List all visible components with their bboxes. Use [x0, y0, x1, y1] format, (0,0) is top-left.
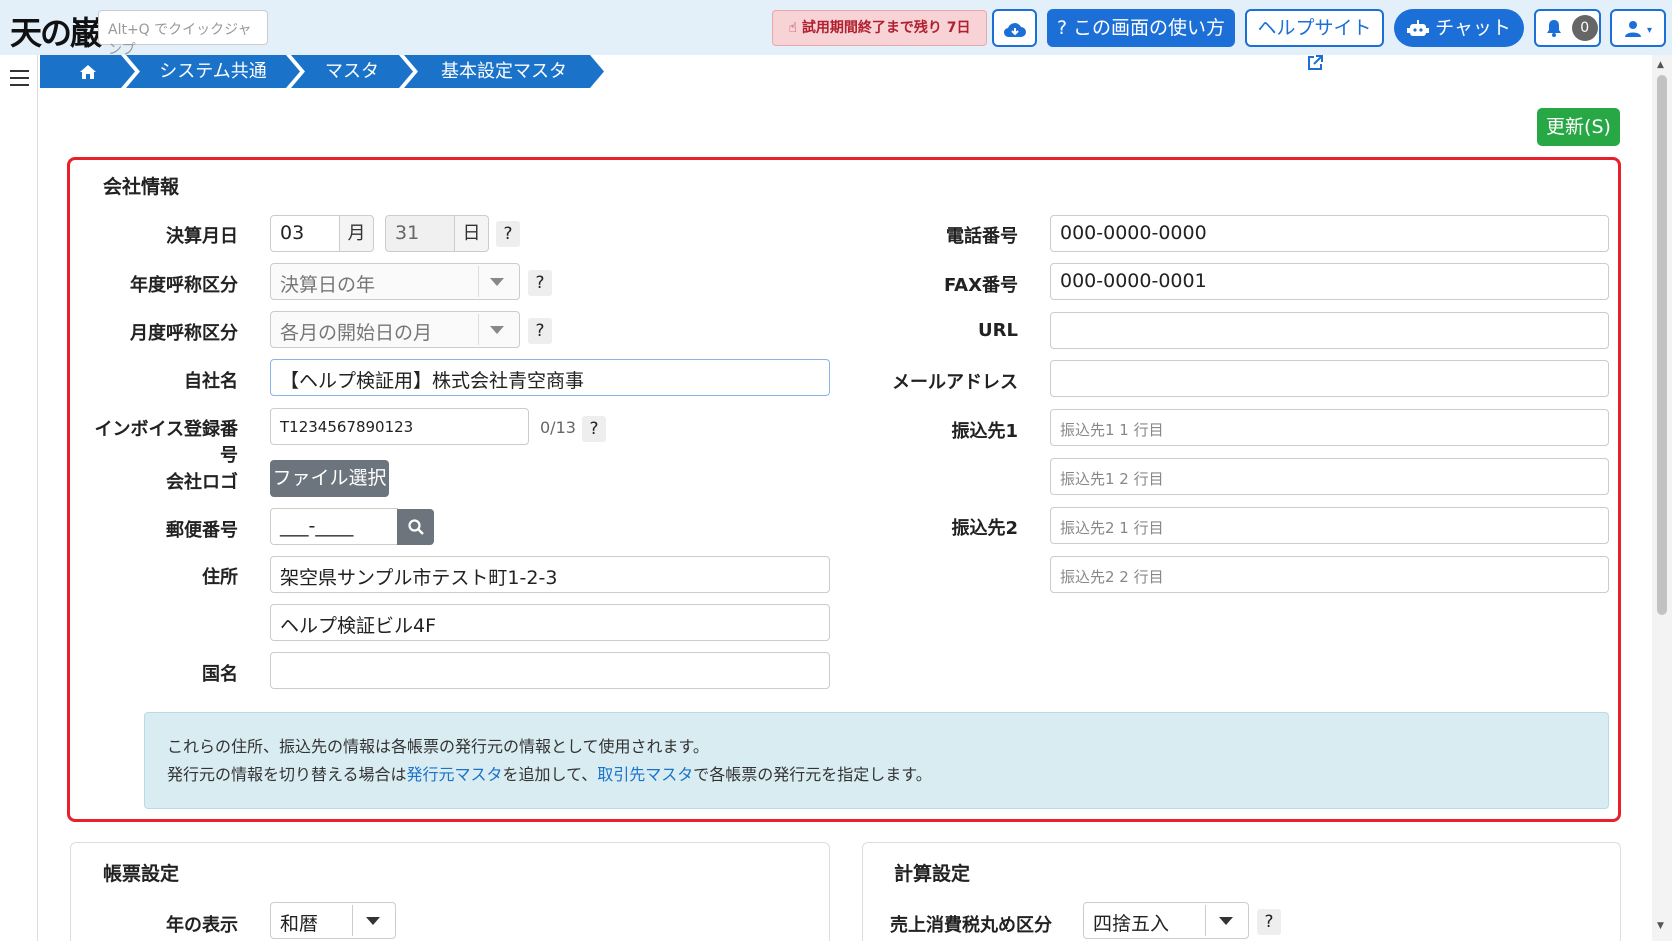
bank2-label: 振込先2: [951, 518, 1018, 539]
year-naming-caret-icon[interactable]: [490, 278, 504, 286]
bell-icon: [1547, 20, 1561, 37]
month-naming-help-icon[interactable]: ?: [528, 318, 552, 344]
trial-text: 試用期間終了まで残り 7日: [801, 20, 971, 36]
robot-icon: [1407, 19, 1430, 36]
app-logo[interactable]: 天の巌: [10, 8, 102, 54]
year-naming-help-icon[interactable]: ?: [528, 270, 552, 296]
notifications-button[interactable]: 0: [1534, 9, 1601, 47]
issuer-master-link[interactable]: 発行元マスタ: [407, 765, 503, 784]
breadcrumb-home[interactable]: [40, 55, 135, 88]
howto-button[interactable]: ? この画面の使い方: [1047, 9, 1235, 47]
select-divider: [1205, 905, 1206, 936]
notification-count: 0: [1571, 15, 1598, 41]
bank2-line2-input[interactable]: 振込先2 2 行目: [1050, 556, 1609, 593]
form-settings-title: 帳票設定: [103, 863, 180, 885]
pointer-icon: ☝: [788, 20, 798, 36]
fiscal-month-input[interactable]: 03: [270, 215, 340, 252]
address-label: 住所: [202, 567, 238, 588]
invoice-help-icon[interactable]: ?: [582, 416, 606, 442]
year-naming-label: 年度呼称区分: [130, 275, 238, 296]
helpsite-link[interactable]: ヘルプサイト: [1245, 9, 1384, 70]
url-label: URL: [978, 320, 1018, 341]
breadcrumb-master[interactable]: マスタ: [291, 55, 413, 88]
month-unit: 月: [339, 215, 374, 252]
user-menu-button[interactable]: ▾: [1610, 9, 1666, 47]
quickjump-input[interactable]: Alt+Q でクイックジャンプ: [98, 10, 268, 58]
info-text-c: で各帳票の発行元を指定します。: [693, 765, 932, 784]
select-divider: [478, 266, 479, 297]
chevron-down-icon: ▾: [1647, 25, 1653, 36]
month-naming-label: 月度呼称区分: [130, 323, 238, 344]
email-input[interactable]: [1050, 360, 1609, 397]
scroll-up-icon[interactable]: ▲: [1657, 60, 1664, 70]
vertical-scrollbar[interactable]: ▲ ▼: [1652, 55, 1672, 941]
country-input[interactable]: [270, 652, 830, 689]
tax-rounding-label: 売上消費税丸め区分: [890, 915, 1052, 936]
postal-search-button[interactable]: [397, 509, 434, 545]
fax-input[interactable]: 000-0000-0001: [1050, 263, 1609, 300]
invoice-number-input[interactable]: T1234567890123: [270, 408, 529, 445]
fiscal-day-input[interactable]: 31: [385, 215, 455, 252]
select-divider: [478, 314, 479, 345]
cloud-download-icon: [1003, 22, 1026, 37]
phone-label: 電話番号: [946, 226, 1018, 247]
chat-label: チャット: [1435, 17, 1511, 39]
calc-settings-title: 計算設定: [894, 863, 971, 885]
company-info-title: 会社情報: [103, 176, 180, 198]
fiscal-date-help-icon[interactable]: ?: [496, 221, 520, 247]
scrollbar-thumb[interactable]: [1657, 75, 1667, 615]
hamburger-menu-icon[interactable]: [10, 70, 29, 91]
select-divider: [352, 905, 353, 936]
day-unit: 日: [454, 215, 489, 252]
search-icon: [407, 519, 424, 535]
year-display-caret-icon[interactable]: [366, 917, 380, 925]
year-display-label: 年の表示: [166, 915, 238, 936]
month-naming-caret-icon[interactable]: [490, 326, 504, 334]
info-line-2: 発行元の情報を切り替える場合は発行元マスタを追加して、取引先マスタで各帳票の発行…: [167, 761, 1586, 789]
company-logo-label: 会社ロゴ: [166, 472, 238, 493]
update-button[interactable]: 更新(S): [1537, 108, 1620, 146]
chat-button[interactable]: チャット: [1394, 9, 1524, 47]
info-text-b: を追加して、: [502, 765, 598, 784]
user-icon: [1624, 20, 1641, 37]
customer-master-link[interactable]: 取引先マスタ: [597, 765, 693, 784]
postal-code-label: 郵便番号: [166, 520, 238, 541]
company-name-label: 自社名: [184, 371, 238, 392]
trial-badge[interactable]: ☝ 試用期間終了まで残り 7日: [772, 10, 987, 46]
info-text-a: 発行元の情報を切り替える場合は: [167, 765, 407, 784]
top-bar: 天の巌 Alt+Q でクイックジャンプ ☝ 試用期間終了まで残り 7日 ? この…: [0, 0, 1672, 70]
file-select-button[interactable]: ファイル選択: [270, 460, 389, 497]
phone-input[interactable]: 000-0000-0000: [1050, 215, 1609, 252]
download-button[interactable]: [992, 9, 1037, 47]
breadcrumb-system-common[interactable]: システム共通: [126, 55, 300, 88]
year-naming-select[interactable]: 決算日の年: [270, 263, 520, 300]
url-input[interactable]: [1050, 312, 1609, 349]
address-line2-input[interactable]: ヘルプ検証ビル4F: [270, 604, 830, 641]
bank1-line2-input[interactable]: 振込先1 2 行目: [1050, 458, 1609, 495]
issuer-info-note: これらの住所、振込先の情報は各帳票の発行元の情報として使用されます。 発行元の情…: [144, 712, 1609, 809]
month-naming-select[interactable]: 各月の開始日の月: [270, 311, 520, 348]
helpsite-label: ヘルプサイト: [1257, 17, 1372, 39]
invoice-number-label: インボイス登録番号: [94, 419, 238, 466]
invoice-char-counter: 0/13: [540, 418, 576, 437]
address-line1-input[interactable]: 架空県サンプル市テスト町1-2-3: [270, 556, 830, 593]
postal-code-input[interactable]: ___-____: [270, 508, 398, 545]
info-line-1: これらの住所、振込先の情報は各帳票の発行元の情報として使用されます。: [167, 737, 709, 756]
tax-rounding-caret-icon[interactable]: [1219, 917, 1233, 925]
fax-label: FAX番号: [943, 275, 1018, 296]
company-name-input[interactable]: 【ヘルプ検証用】株式会社青空商事: [270, 359, 830, 396]
scroll-down-icon[interactable]: ▼: [1657, 921, 1664, 931]
breadcrumb-basic-settings[interactable]: 基本設定マスタ: [404, 55, 604, 88]
fiscal-date-label: 決算月日: [166, 226, 238, 247]
side-rail: [0, 55, 38, 941]
email-label: メールアドレス: [892, 372, 1018, 393]
bank2-line1-input[interactable]: 振込先2 1 行目: [1050, 507, 1609, 544]
home-icon: [79, 64, 97, 80]
external-link-icon: [1307, 54, 1323, 70]
bank1-label: 振込先1: [951, 421, 1018, 442]
tax-rounding-help-icon[interactable]: ?: [1257, 909, 1281, 935]
bank1-line1-input[interactable]: 振込先1 1 行目: [1050, 409, 1609, 446]
country-label: 国名: [202, 664, 238, 685]
